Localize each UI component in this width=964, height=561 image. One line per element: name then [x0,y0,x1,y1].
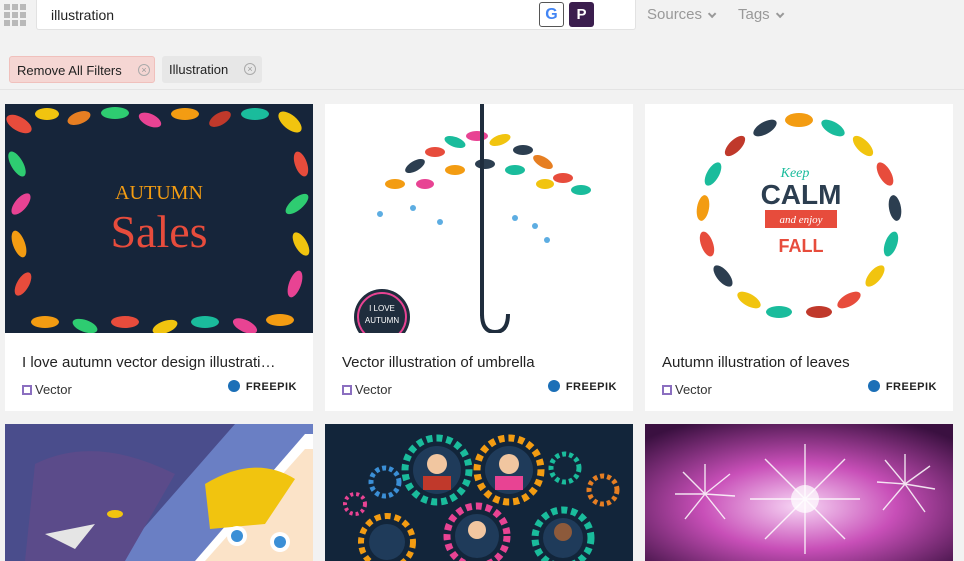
art-text-sales: Sales [110,206,207,257]
asset-type-label: Vector [35,382,72,397]
source-label: FREEPIK [565,381,617,393]
thumbnail-image[interactable]: Keep CALM and enjoy FALL [645,104,953,333]
result-card[interactable]: I LOVE AUTUMN Vector illustration of umb… [325,104,633,411]
sources-label: Sources [647,6,703,23]
asset-type-label: Vector [675,382,712,397]
result-card[interactable] [325,424,633,561]
thumbnail-image[interactable]: I LOVE AUTUMN [325,104,633,333]
asset-type-label: Vector [355,382,392,397]
vector-type-icon [342,385,352,395]
art-text-calm: CALM [761,179,842,210]
top-bar: G P Sources Tags [0,0,964,36]
source-badge[interactable]: FREEPIK [547,380,617,393]
vector-type-icon [22,385,32,395]
source-badge[interactable]: FREEPIK [227,380,297,393]
vector-type-icon [662,385,672,395]
thumbnail-image[interactable] [325,424,633,561]
p-icon: P [576,6,587,23]
asset-type: Vector [662,382,712,397]
source-badge[interactable]: FREEPIK [867,380,937,393]
close-icon[interactable]: × [138,64,150,76]
google-icon: G [545,6,558,23]
google-search-button[interactable]: G [539,2,564,27]
remove-all-filters-chip[interactable]: Remove All Filters × [9,56,155,83]
asset-type: Vector [22,382,72,397]
sources-dropdown[interactable]: Sources [647,6,717,23]
source-label: FREEPIK [245,381,297,393]
thumbnail-image[interactable] [5,424,313,561]
tags-dropdown[interactable]: Tags [738,6,785,23]
p-search-button[interactable]: P [569,2,594,27]
close-icon[interactable]: × [244,63,256,75]
result-card[interactable]: AUTUMN Sales I love autumn vector design… [5,104,313,411]
badge-text-i-love: I LOVE [369,304,395,313]
card-title[interactable]: I love autumn vector design illustrati… [22,354,297,371]
art-text-and-enjoy: and enjoy [779,214,822,226]
thumbnail-image[interactable]: AUTUMN Sales [5,104,313,333]
card-title[interactable]: Vector illustration of umbrella [342,354,617,371]
art-text-autumn: AUTUMN [115,182,203,204]
filter-chip-illustration[interactable]: Illustration × [162,56,262,83]
card-title[interactable]: Autumn illustration of leaves [662,354,937,371]
source-label: FREEPIK [885,381,937,393]
thumbnail-image[interactable] [645,424,953,561]
freepik-logo-icon [227,380,240,392]
apps-grid-icon[interactable] [4,4,26,26]
filter-bar: Remove All Filters × Illustration × [0,36,964,90]
freepik-logo-icon [547,380,560,392]
search-input[interactable] [51,6,571,24]
freepik-logo-icon [867,380,880,392]
tags-label: Tags [738,6,770,23]
remove-all-filters-label: Remove All Filters [17,63,122,78]
chevron-down-icon [775,9,785,19]
chevron-down-icon [707,9,717,19]
badge-text-autumn: AUTUMN [365,316,399,325]
filter-chip-label: Illustration [169,62,229,77]
result-card[interactable]: Keep CALM and enjoy FALL Autumn illustra… [645,104,953,411]
result-card[interactable] [5,424,313,561]
art-text-fall: FALL [779,236,824,256]
asset-type: Vector [342,382,392,397]
result-card[interactable] [645,424,953,561]
